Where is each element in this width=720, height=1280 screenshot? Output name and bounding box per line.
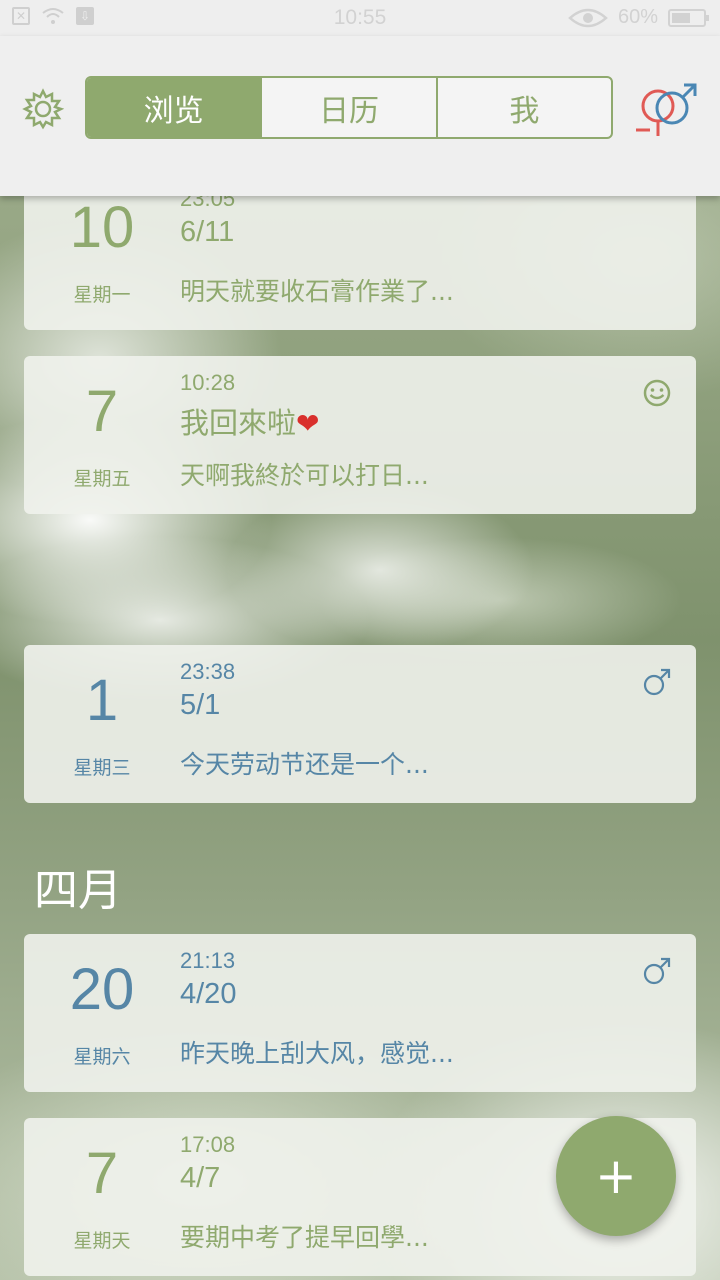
tab-calendar[interactable]: 日历 — [260, 78, 435, 137]
app-header: 浏览 日历 我 — [0, 36, 720, 196]
entry-day: 7 — [85, 379, 119, 444]
smiley-icon — [643, 379, 671, 407]
entry-weekday: 星期三 — [73, 757, 131, 779]
entry-title: 5/1 — [180, 689, 221, 721]
entry-title: 我回來啦❤ — [180, 408, 320, 440]
entry-day: 10 — [69, 195, 135, 260]
entry-day: 20 — [69, 957, 135, 1022]
entry-weekday: 星期一 — [73, 284, 131, 306]
view-tabs: 浏览 日历 我 — [85, 76, 613, 139]
entry-excerpt: 要期中考了提早回學... — [180, 1223, 429, 1252]
gender-icon[interactable] — [634, 80, 700, 140]
entry-time: 23:38 — [180, 659, 236, 684]
status-bar: ✕ ⇩ 10:55 60% — [0, 0, 720, 36]
entry-time: 21:13 — [180, 948, 236, 973]
entry-excerpt: 明天就要收石膏作業了... — [180, 277, 454, 306]
gear-icon[interactable] — [22, 88, 64, 130]
battery-percent: 60% — [617, 6, 658, 28]
tab-browse[interactable]: 浏览 — [87, 78, 261, 137]
battery-icon — [668, 8, 709, 27]
entry-excerpt: 昨天晚上刮大风，感觉... — [180, 1039, 454, 1068]
entry-day: 7 — [85, 1141, 119, 1206]
entry-title: 6/11 — [180, 216, 235, 248]
entry-weekday: 星期五 — [73, 468, 131, 490]
heart-emoji: ❤ — [296, 408, 320, 439]
entry-title: 4/20 — [180, 978, 237, 1010]
entry-excerpt: 今天劳动节还是一个... — [180, 750, 429, 779]
entry-excerpt: 天啊我終於可以打日... — [180, 461, 429, 490]
tab-me[interactable]: 我 — [435, 78, 611, 137]
entry-time: 17:08 — [180, 1132, 236, 1157]
add-entry-button[interactable]: + — [556, 1116, 676, 1236]
entry-day: 1 — [85, 668, 119, 733]
entry-title: 4/7 — [180, 1162, 221, 1194]
entry-weekday: 星期天 — [73, 1230, 131, 1252]
male-icon — [643, 668, 671, 696]
diary-entry-card[interactable]: 20 星期六 21:13 4/20 昨天晚上刮大风，感觉... — [24, 934, 696, 1092]
male-icon — [643, 957, 671, 985]
entry-time: 10:28 — [180, 370, 236, 395]
diary-entry-card[interactable]: 7 星期五 10:28 我回來啦❤ 天啊我終於可以打日... — [24, 356, 696, 514]
entry-weekday: 星期六 — [73, 1046, 131, 1068]
diary-entry-card[interactable]: 1 星期三 23:38 5/1 今天劳动节还是一个... — [24, 645, 696, 803]
month-header: 四月 — [34, 865, 122, 916]
eye-icon — [568, 8, 608, 27]
